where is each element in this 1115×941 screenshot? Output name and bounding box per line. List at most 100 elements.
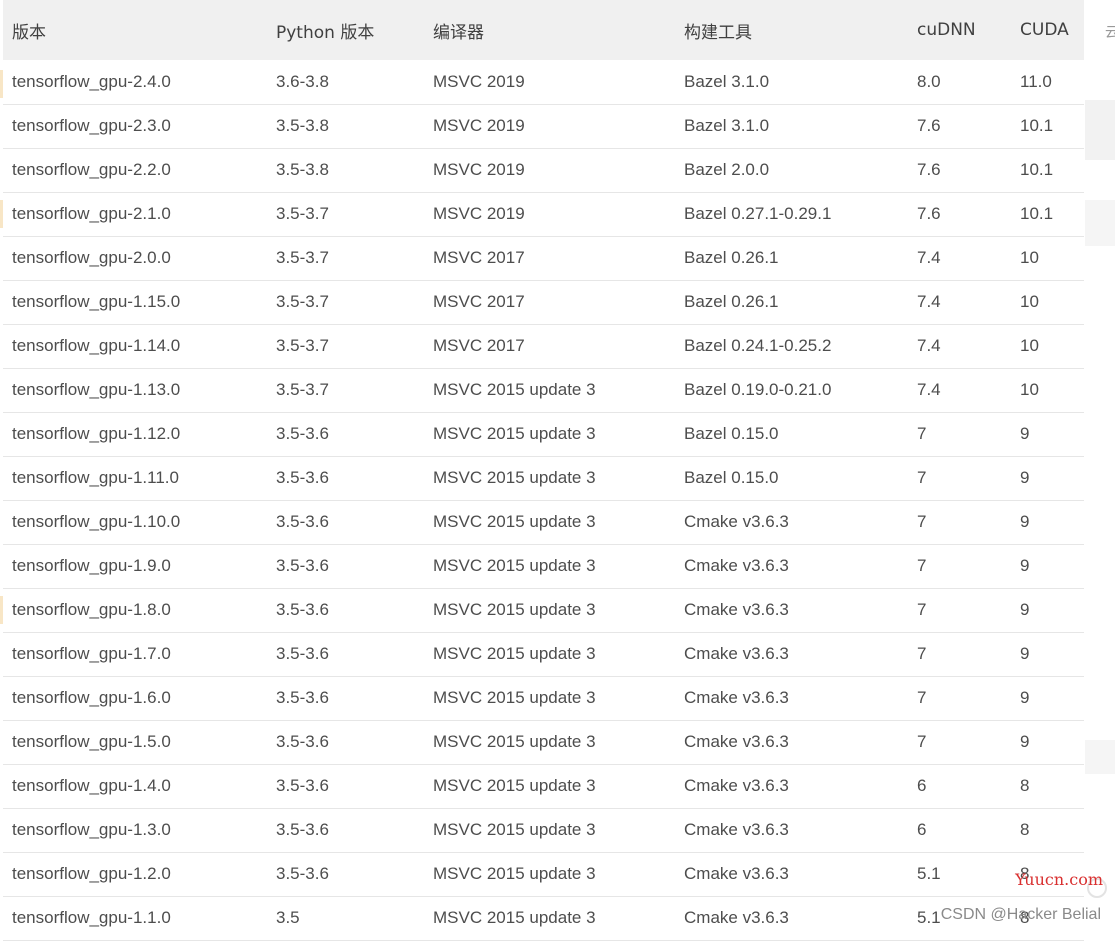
cell-python-version: 3.5-3.7 [276,292,329,311]
cell-version: tensorflow_gpu-1.14.0 [12,336,181,355]
cell-version: tensorflow_gpu-1.6.0 [12,688,171,707]
cell-python-version: 3.6-3.8 [276,71,329,91]
cell-build-tool: Cmake v3.6.3 [684,556,789,575]
cell-cuda: 10.1 [1020,204,1054,223]
cell-python-version: 3.5-3.6 [276,644,329,663]
table-row: tensorflow_gpu-2.3.0 3.5-3.8 MSVC 2019 Baze… [3,104,1084,148]
cell-build-tool: Bazel 0.26.1 [684,292,779,311]
cell-build-tool: Bazel 2.0.0 [684,160,770,179]
cell-build-tool: Cmake v3.6.3 [684,908,789,927]
cell-compiler: MSVC 2015 update 3 [433,644,596,663]
cell-build-tool: Bazel 0.27.1-0.29.1 [684,204,832,223]
table-row: tensorflow_gpu-1.15.0 3.5-3.7 MSVC 2017 Baz… [3,280,1084,324]
table-row: tensorflow_gpu-1.8.0 3.5-3.6 MSVC 2015 upd… [3,588,1084,632]
edge-panel [1085,200,1115,246]
cell-version: tensorflow_gpu-1.15.0 [12,292,181,311]
table-row: tensorflow_gpu-1.14.0 3.5-3.7 MSVC 2017 Baz… [3,324,1084,368]
header-cuda: CUDA [1020,20,1069,40]
left-edge-accent [0,200,3,228]
table-row: tensorflow_gpu-1.7.0 3.5-3.6 MSVC 2015 upd… [3,632,1084,676]
cell-cuda: 10 [1020,336,1039,355]
table-row: tensorflow_gpu-1.10.0 3.5-3.6 MSVC 2015 up… [3,500,1084,544]
cell-build-tool: Cmake v3.6.3 [684,600,789,619]
cell-compiler: MSVC 2015 update 3 [433,688,596,707]
cell-version: tensorflow_gpu-2.2.0 [12,160,171,179]
cell-cuda: 9 [1020,424,1030,443]
cell-compiler: MSVC 2015 update 3 [433,732,596,751]
cell-version: tensorflow_gpu-2.3.0 [12,116,171,135]
cell-version: tensorflow_gpu-1.12.0 [12,424,181,443]
compatibility-table-container: 版本 Python 版本 编译器 构建工具 cuDNN CUDA tensorf… [3,0,1084,941]
cell-python-version: 3.5-3.6 [276,732,329,751]
cell-compiler: MSVC 2015 update 3 [433,864,596,883]
cell-cudnn: 6 [917,776,927,795]
table-header: 版本 Python 版本 编译器 构建工具 cuDNN CUDA [3,0,1084,60]
cell-version: tensorflow_gpu-1.7.0 [12,644,171,663]
cell-python-version: 3.5-3.8 [276,116,329,135]
cell-cudnn: 7 [917,424,927,443]
cell-cudnn: 7 [917,512,927,531]
edge-panel [1085,740,1115,774]
cell-cudnn: 7 [917,688,927,707]
cell-build-tool: Bazel 0.24.1-0.25.2 [684,336,832,355]
cell-build-tool: Cmake v3.6.3 [684,820,789,839]
table-row: tensorflow_gpu-1.12.0 3.5-3.6 MSVC 2015 up… [3,412,1084,456]
header-python-version: Python 版本 [276,22,375,43]
cell-cudnn: 7 [917,468,927,487]
cell-version: tensorflow_gpu-1.8.0 [12,600,171,619]
table-row: tensorflow_gpu-2.4.0 3.6-3.8 MSVC 2019 Baze… [3,60,1084,104]
cell-cuda: 9 [1020,556,1030,575]
cell-cuda: 10.1 [1020,116,1054,135]
cell-version: tensorflow_gpu-1.3.0 [12,820,171,839]
table-row: tensorflow_gpu-1.13.0 3.5-3.7 MSVC 2015 up… [3,368,1084,412]
table-body: tensorflow_gpu-2.4.0 3.6-3.8 MSVC 2019 Baze… [3,60,1084,940]
header-build-tool: 构建工具 [684,22,752,43]
table-row: tensorflow_gpu-1.1.0 3.5 MSVC 2015 update … [3,896,1084,940]
table-row: tensorflow_gpu-1.5.0 3.5-3.6 MSVC 2015 upd… [3,720,1084,764]
cell-version: tensorflow_gpu-1.5.0 [12,732,171,751]
cell-python-version: 3.5-3.7 [276,204,329,223]
cell-version: tensorflow_gpu-1.1.0 [12,908,171,927]
table-row: tensorflow_gpu-1.2.0 3.5-3.6 MSVC 2015 upd… [3,852,1084,896]
header-cudnn: cuDNN [917,20,976,40]
cell-version: tensorflow_gpu-2.0.0 [12,248,171,267]
cell-compiler: MSVC 2017 [433,248,525,267]
cell-build-tool: Bazel 3.1.0 [684,71,770,91]
cell-cuda: 8 [1020,820,1030,839]
cell-compiler: MSVC 2019 [433,204,525,223]
cell-version: tensorflow_gpu-2.4.0 [12,71,171,91]
left-edge-accent [0,596,3,624]
header-version: 版本 [12,22,46,43]
cell-cudnn: 7.6 [917,204,941,223]
cell-python-version: 3.5-3.6 [276,556,329,575]
cell-python-version: 3.5-3.6 [276,468,329,487]
cell-compiler: MSVC 2019 [433,116,525,135]
cell-version: tensorflow_gpu-1.4.0 [12,776,171,795]
table-row: tensorflow_gpu-2.2.0 3.5-3.8 MSVC 2019 Baze… [3,148,1084,192]
cell-compiler: MSVC 2015 update 3 [433,908,596,927]
site-watermark: Yuucn.com [1015,870,1103,889]
cell-cuda: 9 [1020,468,1030,487]
cell-cuda: 10 [1020,248,1039,267]
cell-cuda: 9 [1020,512,1030,531]
cell-compiler: MSVC 2015 update 3 [433,820,596,839]
cell-version: tensorflow_gpu-1.10.0 [12,512,181,531]
cell-cudnn: 6 [917,820,927,839]
cell-compiler: MSVC 2015 update 3 [433,512,596,531]
cell-build-tool: Cmake v3.6.3 [684,864,789,883]
table-row: tensorflow_gpu-1.6.0 3.5-3.6 MSVC 2015 upd… [3,676,1084,720]
cell-build-tool: Cmake v3.6.3 [684,512,789,531]
cell-cudnn: 7.4 [917,380,941,399]
cell-python-version: 3.5-3.7 [276,336,329,355]
cell-compiler: MSVC 2015 update 3 [433,424,596,443]
table-row: tensorflow_gpu-1.3.0 3.5-3.6 MSVC 2015 upd… [3,808,1084,852]
table-row: tensorflow_gpu-1.11.0 3.5-3.6 MSVC 2015 up… [3,456,1084,500]
cell-compiler: MSVC 2019 [433,160,525,179]
cell-python-version: 3.5-3.6 [276,688,329,707]
cell-cudnn: 7 [917,600,927,619]
cell-cuda: 10 [1020,380,1039,399]
cell-compiler: MSVC 2015 update 3 [433,776,596,795]
left-edge-accent [0,70,3,98]
cell-build-tool: Bazel 3.1.0 [684,116,770,135]
cell-build-tool: Bazel 0.15.0 [684,468,779,487]
